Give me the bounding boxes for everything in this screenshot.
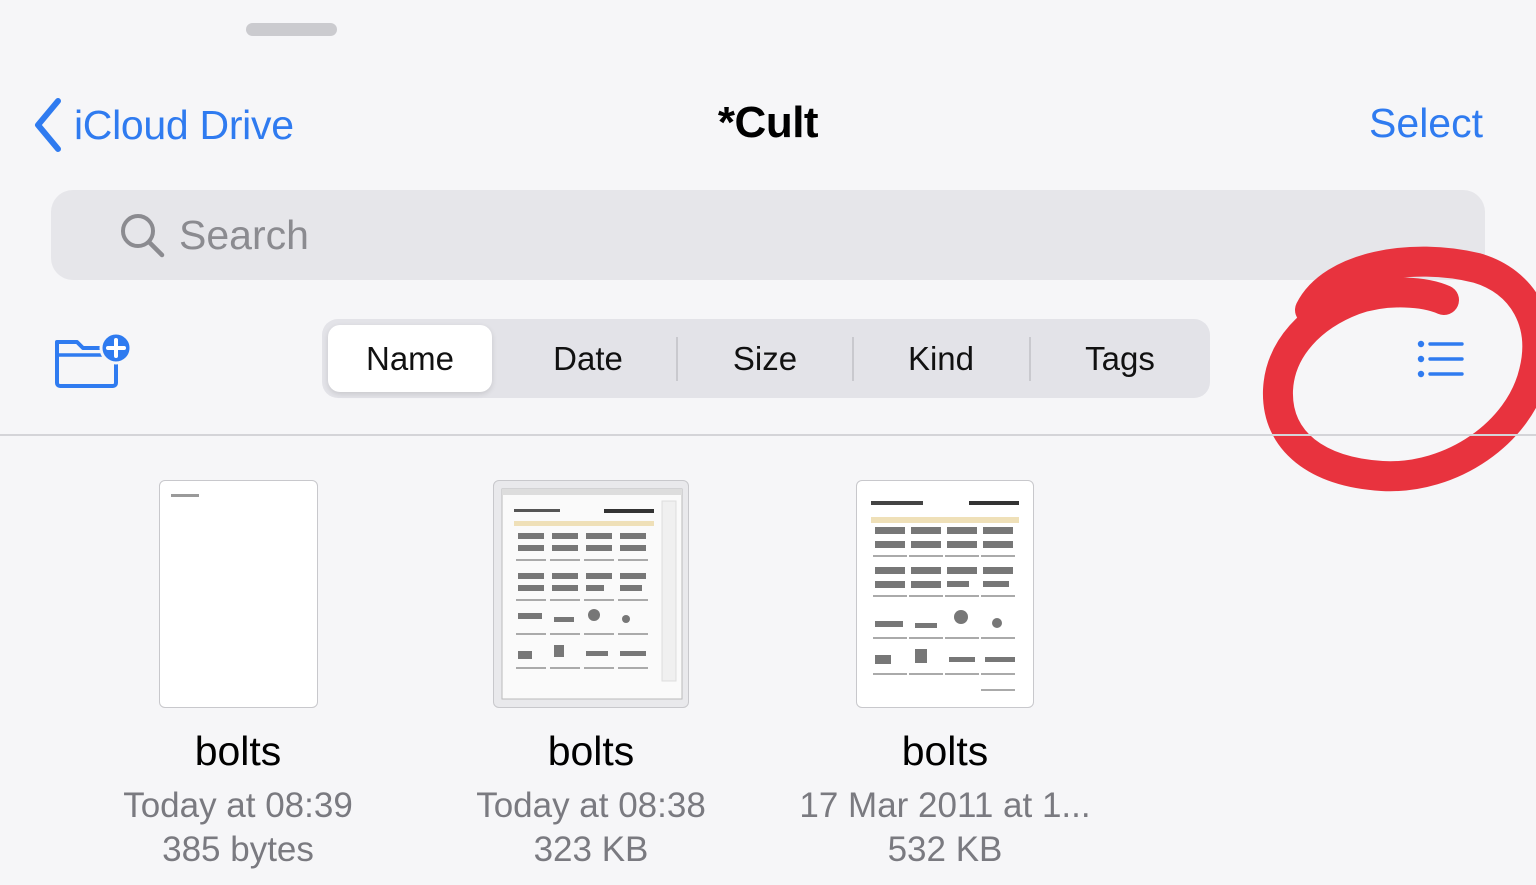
red-annotation-circle bbox=[1262, 246, 1536, 492]
file-date: 17 Mar 2011 at 1... bbox=[799, 786, 1091, 825]
toolbar-divider bbox=[0, 434, 1536, 436]
file-size: 532 KB bbox=[887, 830, 1003, 869]
sort-name-button[interactable]: Name bbox=[328, 325, 492, 392]
file-name: bolts bbox=[901, 728, 989, 774]
file-size: 323 KB bbox=[533, 830, 649, 869]
file-name: bolts bbox=[547, 728, 635, 774]
select-button[interactable]: Select bbox=[1369, 100, 1483, 147]
sort-kind-button[interactable]: Kind bbox=[854, 319, 1028, 398]
sort-tags-button[interactable]: Tags bbox=[1031, 319, 1209, 398]
fastener-chart-preview bbox=[501, 488, 683, 700]
list-view-icon[interactable] bbox=[1416, 338, 1466, 380]
file-thumbnail bbox=[493, 480, 689, 708]
sort-date-button[interactable]: Date bbox=[502, 319, 674, 398]
search-field[interactable]: Search bbox=[51, 190, 1485, 280]
sort-size-button[interactable]: Size bbox=[678, 319, 852, 398]
file-name: bolts bbox=[194, 728, 282, 774]
file-date: Today at 08:38 bbox=[476, 786, 706, 825]
folder-title: *Cult bbox=[717, 98, 819, 147]
new-folder-icon[interactable] bbox=[52, 330, 136, 390]
file-thumbnail bbox=[856, 480, 1034, 708]
fastener-chart-preview bbox=[871, 501, 1019, 691]
sort-segmented-control: Name Date Size Kind Tags bbox=[322, 319, 1210, 398]
file-thumbnail bbox=[159, 480, 318, 708]
file-date: Today at 08:39 bbox=[123, 786, 353, 825]
sheet-grabber[interactable] bbox=[246, 23, 337, 36]
file-size: 385 bytes bbox=[162, 830, 314, 869]
thumbnail-text-line bbox=[171, 494, 199, 497]
